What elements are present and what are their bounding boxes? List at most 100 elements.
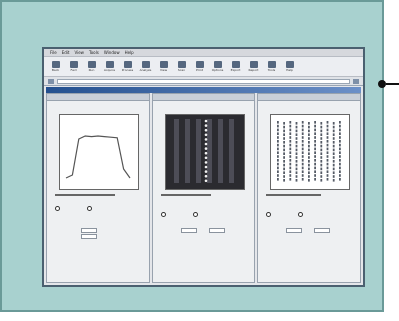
scatter-point (314, 155, 317, 158)
scatter-point (314, 124, 317, 128)
scatter-point (302, 132, 304, 135)
radio-option[interactable] (160, 212, 166, 217)
scatter-point (333, 179, 335, 182)
toolbar-label: Acquire (103, 68, 116, 72)
heatmap-marker (204, 151, 207, 155)
scatter-point (320, 156, 323, 159)
value-field[interactable] (314, 228, 331, 233)
scatter-point (277, 159, 280, 162)
scatter-point (320, 137, 323, 140)
scatter-point (283, 122, 286, 125)
scatter-point (277, 132, 280, 135)
address-input[interactable] (57, 78, 350, 84)
toolbar-button-back[interactable]: Back (48, 61, 63, 72)
scatter-point (289, 170, 292, 173)
scatter-point (283, 167, 286, 171)
radio-option[interactable] (55, 206, 60, 211)
print-icon (195, 61, 204, 68)
radio-option[interactable] (298, 212, 304, 217)
report-icon (249, 61, 258, 68)
scatter-point (308, 129, 311, 133)
toolbar-button-report[interactable]: Report (246, 61, 261, 72)
scatter-point (314, 121, 317, 124)
scatter-point (339, 147, 342, 151)
scatter-point (320, 179, 323, 182)
scatter-point (302, 151, 304, 154)
scatter-point (326, 166, 329, 170)
toolbar-button-process[interactable]: Process (120, 61, 135, 72)
toolbar-button-forward[interactable]: Fwd (66, 61, 81, 72)
application-window: File Edit View Tools Window Help Back Fw… (42, 47, 365, 287)
menu-item-file[interactable]: File (50, 49, 57, 56)
toolbar-label: Process (121, 68, 134, 72)
heatmap-svg (173, 119, 234, 183)
analysis-panes (46, 93, 362, 283)
scatter-point (295, 179, 298, 182)
value-field[interactable] (81, 234, 97, 239)
scatter-point (289, 143, 292, 147)
menu-item-tools[interactable]: Tools (89, 49, 99, 56)
scatter-point (302, 155, 304, 158)
heatmap-band (217, 119, 223, 183)
toolbar-button-export[interactable]: Export (228, 61, 243, 72)
scatter-point (295, 129, 298, 133)
heatmap-marker (204, 128, 207, 132)
scatter-point (302, 136, 304, 139)
scatter-point (320, 125, 323, 129)
scatter-point (277, 162, 280, 166)
scatter-point (302, 124, 304, 128)
value-field[interactable] (286, 228, 303, 233)
toolbar-label: Back (51, 68, 60, 72)
scatter-point (295, 152, 298, 155)
scan-icon (177, 61, 186, 68)
scatter-point (283, 129, 286, 133)
scatter-point (302, 147, 304, 151)
scatter-point (339, 170, 342, 173)
toolbar-button-scan[interactable]: Scan (174, 61, 189, 72)
scatter-point (308, 156, 311, 159)
heatmap-marker (204, 161, 207, 164)
value-field[interactable] (208, 228, 225, 233)
toolbar-button-analyze[interactable]: Analyze (138, 61, 153, 72)
toolbar-button-options[interactable]: Options (210, 61, 225, 72)
scatter-point (277, 147, 280, 151)
scatter-point (283, 133, 286, 136)
address-back-button[interactable] (48, 78, 54, 84)
scatter-point (283, 125, 286, 129)
radio-option[interactable] (87, 206, 92, 211)
scatter-point (326, 143, 329, 147)
toolbar-button-run[interactable]: Run (84, 61, 99, 72)
scatter-point (283, 148, 286, 152)
value-field[interactable] (180, 228, 197, 233)
menu-item-window[interactable]: Window (104, 49, 120, 56)
toolbar-button-tools[interactable]: Tools (264, 61, 279, 72)
toolbar-button-view[interactable]: View (156, 61, 171, 72)
radio-option[interactable] (266, 212, 272, 217)
scatter-point (314, 143, 317, 147)
heatmap-marker (204, 179, 207, 183)
toolbar-button-help[interactable]: Help (282, 61, 297, 72)
scatter-point (302, 162, 304, 166)
value-field[interactable] (81, 228, 97, 233)
scatter-point (326, 132, 329, 135)
scatter-point (326, 155, 329, 158)
menu-item-edit[interactable]: Edit (62, 49, 70, 56)
address-go-button[interactable] (353, 78, 359, 84)
radio-option[interactable] (192, 212, 198, 217)
scatter-point (314, 140, 317, 143)
scatter-point (333, 156, 335, 159)
menu-item-view[interactable]: View (74, 49, 84, 56)
scatter-point (314, 128, 317, 132)
pane-scatter (257, 93, 362, 283)
heatmap-band (184, 119, 190, 183)
toolbar-button-print[interactable]: Print (192, 61, 207, 72)
scatter-point (295, 125, 298, 129)
scatter-point (302, 159, 304, 162)
scatter-point (277, 155, 280, 158)
scatter-point (320, 160, 323, 163)
scatter-point (314, 147, 317, 151)
toolbar-button-acquire[interactable]: Acquire (102, 61, 117, 72)
forward-icon (69, 61, 78, 68)
scatter-point (320, 175, 323, 178)
menu-item-help[interactable]: Help (125, 49, 134, 56)
